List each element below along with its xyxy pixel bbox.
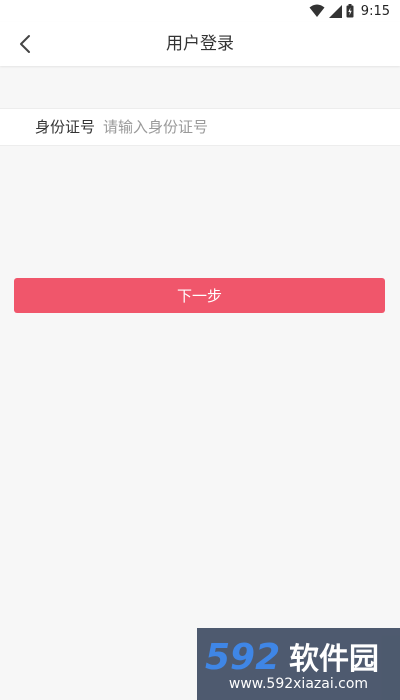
- id-number-row: 身份证号: [0, 108, 400, 146]
- title-bar: 用户登录: [0, 22, 400, 66]
- id-number-label: 身份证号: [35, 118, 96, 136]
- svg-text:软件园: 软件园: [289, 642, 379, 677]
- svg-text:592: 592: [205, 637, 280, 678]
- watermark: 592 软件园 www.592xiazai.com: [197, 628, 400, 700]
- status-bar: 9:15: [0, 0, 400, 22]
- status-time: 9:15: [360, 3, 390, 19]
- wifi-icon: [309, 4, 325, 17]
- watermark-logo: 592 软件园: [205, 637, 379, 678]
- next-step-button[interactable]: 下一步: [14, 278, 385, 313]
- page-title: 用户登录: [166, 34, 234, 54]
- watermark-url: www.592xiazai.com: [228, 676, 369, 692]
- signal-icon: [328, 4, 342, 18]
- status-icons: 9:15: [309, 2, 390, 20]
- battery-icon: [346, 4, 354, 18]
- id-number-input[interactable]: [103, 113, 383, 141]
